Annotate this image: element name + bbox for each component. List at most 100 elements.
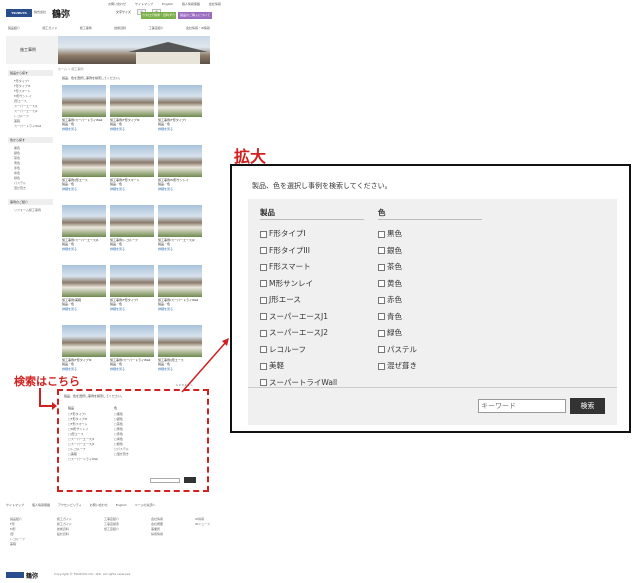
sidebar-color-item[interactable]: 赤色 bbox=[14, 166, 47, 170]
product-checkbox-row[interactable]: 美軽 bbox=[260, 358, 337, 375]
sidebar-product-item[interactable]: F形タイプIII bbox=[14, 84, 47, 88]
color-checkbox-row[interactable]: 黒色 bbox=[378, 226, 417, 243]
case-detail-link[interactable]: 詳細を見る bbox=[62, 187, 106, 191]
checkbox[interactable] bbox=[378, 346, 385, 354]
footer-col-item[interactable]: 会社概要 bbox=[151, 522, 163, 526]
toplink-english[interactable]: English bbox=[162, 2, 173, 6]
footer-logo[interactable] bbox=[6, 572, 24, 578]
footer-col-item[interactable]: J形 bbox=[10, 532, 25, 536]
case-card[interactable]: 施工事例/スーパートライWall 製品／色 詳細を見る bbox=[158, 265, 202, 311]
sidebar-product-item[interactable]: レコルーフ bbox=[14, 114, 47, 118]
footer-col-item[interactable]: 美軽 bbox=[10, 542, 25, 546]
checkbox[interactable] bbox=[378, 230, 385, 238]
gnav-company[interactable]: 会社情報・IR情報 bbox=[186, 26, 210, 30]
pagination[interactable]: 1 2 3 4 5 > bbox=[176, 383, 193, 387]
case-photo[interactable] bbox=[158, 325, 202, 357]
footer-link[interactable]: サイトマップ bbox=[6, 503, 24, 507]
checkbox[interactable] bbox=[260, 313, 267, 321]
footer-col-item[interactable]: 施工店紹介 bbox=[104, 527, 119, 531]
sidebar-reform-link[interactable]: リフォーム施工事例 bbox=[14, 208, 47, 212]
footer-link[interactable]: お問い合わせ bbox=[90, 503, 108, 507]
keyword-input[interactable] bbox=[478, 399, 566, 413]
product-checkbox-row[interactable]: F形タイプIII bbox=[260, 243, 337, 260]
checkbox[interactable] bbox=[260, 280, 267, 288]
product-checkbox-row[interactable]: レコルーフ bbox=[260, 342, 337, 359]
footer-col-title[interactable]: IR情報 bbox=[195, 517, 210, 521]
case-card[interactable]: 施工事例/F形タイプI 製品／色 詳細を見る bbox=[158, 85, 202, 131]
product-checkbox-row[interactable]: スーパートライWall bbox=[260, 375, 337, 392]
sidebar-color-item[interactable]: 銀色 bbox=[14, 151, 47, 155]
checkbox[interactable] bbox=[260, 263, 267, 271]
case-photo[interactable] bbox=[62, 85, 106, 117]
case-detail-link[interactable]: 詳細を見る bbox=[158, 247, 202, 251]
checkbox[interactable] bbox=[260, 362, 267, 370]
product-checkbox-row[interactable]: F形スマート bbox=[260, 259, 337, 276]
purchase-info-button[interactable]: 製品のご購入について bbox=[178, 12, 212, 19]
sidebar-product-item[interactable]: スーパーエースJ1 bbox=[14, 104, 47, 108]
footer-col-item[interactable]: 施工ガイド bbox=[57, 522, 72, 526]
product-checkbox-row[interactable]: スーパーエースJ2 bbox=[260, 325, 337, 342]
case-detail-link[interactable]: 詳細を見る bbox=[62, 367, 106, 371]
checkbox[interactable] bbox=[260, 247, 267, 255]
checkbox[interactable] bbox=[260, 346, 267, 354]
toplink-privacy[interactable]: 個人情報保護 bbox=[182, 2, 200, 6]
gnav-tech[interactable]: 技術資料 bbox=[114, 26, 126, 30]
case-detail-link[interactable]: 詳細を見る bbox=[158, 187, 202, 191]
color-checkbox-row[interactable]: パステル bbox=[378, 342, 417, 359]
case-detail-link[interactable]: 詳細を見る bbox=[62, 307, 106, 311]
mini-keyword-input[interactable] bbox=[150, 478, 180, 483]
case-detail-link[interactable]: 詳細を見る bbox=[110, 307, 154, 311]
footer-link[interactable]: English bbox=[116, 503, 127, 507]
sidebar-color-item[interactable]: 黄色 bbox=[14, 161, 47, 165]
gnav-dealers[interactable]: 工事店紹介 bbox=[149, 26, 164, 30]
brand-logo[interactable]: TSURUYA bbox=[6, 9, 32, 17]
checkbox[interactable] bbox=[378, 313, 385, 321]
search-button[interactable]: 検索 bbox=[570, 398, 605, 414]
footer-col-item[interactable]: 設計資料 bbox=[57, 532, 72, 536]
sidebar-color-item[interactable]: 混ぜ葺き bbox=[14, 186, 47, 190]
sidebar-color-item[interactable]: 茶色 bbox=[14, 156, 47, 160]
footer-col-item[interactable]: 技術資料 bbox=[57, 527, 72, 531]
color-checkbox-row[interactable]: 赤色 bbox=[378, 292, 417, 309]
toplink-contact[interactable]: お問い合わせ bbox=[108, 2, 126, 6]
case-photo[interactable] bbox=[110, 85, 154, 117]
footer-link[interactable]: アクセシビリティ bbox=[58, 503, 82, 507]
catalog-request-button[interactable]: カタログ請求・資料ダウンロード bbox=[141, 12, 176, 24]
sidebar-product-item[interactable]: M形サンレイ bbox=[14, 94, 47, 98]
case-photo[interactable] bbox=[62, 145, 106, 177]
footer-col-title[interactable]: 施工ガイド bbox=[57, 517, 72, 521]
checkbox[interactable] bbox=[260, 230, 267, 238]
sidebar-product-item[interactable]: 美軽 bbox=[14, 119, 47, 123]
footer-col-title[interactable]: 会社情報 bbox=[151, 517, 163, 521]
checkbox[interactable] bbox=[378, 362, 385, 370]
case-detail-link[interactable]: 詳細を見る bbox=[110, 187, 154, 191]
checkbox[interactable] bbox=[378, 280, 385, 288]
case-card[interactable]: 施工事例/スーパートライWall 製品／色 詳細を見る bbox=[110, 325, 154, 371]
footer-col-item[interactable]: 採用情報 bbox=[151, 532, 163, 536]
case-detail-link[interactable]: 詳細を見る bbox=[158, 367, 202, 371]
gnav-guide[interactable]: 施工ガイド bbox=[42, 26, 57, 30]
product-checkbox-row[interactable]: スーパーエースJ1 bbox=[260, 309, 337, 326]
case-detail-link[interactable]: 詳細を見る bbox=[158, 127, 202, 131]
case-card[interactable]: 施工事例/F形タイプIII 製品／色 詳細を見る bbox=[110, 85, 154, 131]
case-detail-link[interactable]: 詳細を見る bbox=[110, 247, 154, 251]
footer-col-item[interactable]: レコルーフ bbox=[10, 537, 25, 541]
footer-col-item[interactable]: IRニュース bbox=[195, 522, 210, 526]
gnav-cases[interactable]: 施工事例 bbox=[80, 26, 92, 30]
footer-col-item[interactable]: F形 bbox=[10, 522, 25, 526]
case-photo[interactable] bbox=[110, 325, 154, 357]
sidebar-color-item[interactable]: 黒色 bbox=[14, 146, 47, 150]
color-checkbox-row[interactable]: 混ぜ葺き bbox=[378, 358, 417, 375]
footer-col-item[interactable]: 工事店検索 bbox=[104, 522, 119, 526]
toplink-sitemap[interactable]: サイトマップ bbox=[135, 2, 153, 6]
case-photo[interactable] bbox=[158, 145, 202, 177]
case-detail-link[interactable]: 詳細を見る bbox=[110, 367, 154, 371]
case-photo[interactable] bbox=[62, 325, 106, 357]
case-card[interactable]: 施工事例/スーパーエースJ1 製品／色 詳細を見る bbox=[62, 205, 106, 251]
sidebar-color-item[interactable]: 緑色 bbox=[14, 176, 47, 180]
toplink-company[interactable]: 会社情報 bbox=[209, 2, 221, 6]
case-card[interactable]: 施工事例/スーパーエースJ2 製品／色 詳細を見る bbox=[158, 205, 202, 251]
checkbox[interactable] bbox=[260, 379, 267, 387]
checkbox[interactable] bbox=[378, 247, 385, 255]
product-checkbox-row[interactable]: M形サンレイ bbox=[260, 276, 337, 293]
